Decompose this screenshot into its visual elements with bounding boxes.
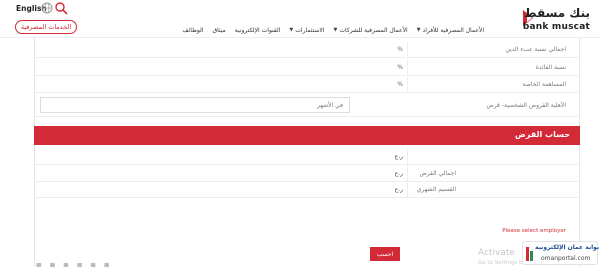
site-header: English الخدمات المصرفية ▼ الأعمال المصر… [0, 0, 600, 38]
currency-unit: ر.ع [394, 170, 403, 177]
employer-error-message: Please select employer [502, 228, 566, 234]
nav-retail-banking[interactable]: ▼ الأعمال المصرفية للأفراد [417, 27, 484, 34]
main-nav: ▼ الأعمال المصرفية للأفراد ▼ الأعمال الم… [182, 25, 484, 35]
footer-dots: ■ ■ ■ ■ ■ ■ [36, 262, 113, 267]
monthly-installment-value: ر.ع [34, 182, 408, 197]
eligibility-row: في الأشهر الأهلية القروض الشخصية- قرض [34, 95, 580, 117]
debt-ratio-row: % اجمالي نسبة عبء الدين [34, 42, 580, 58]
banking-services-button[interactable]: الخدمات المصرفية [15, 20, 77, 34]
result-row: ر.ع [34, 149, 580, 165]
omanportal-watermark: بوابة عمان الإلكترونية omanportal.com [522, 241, 600, 265]
percent-unit: % [397, 64, 403, 71]
chevron-down-icon: ▼ [289, 27, 294, 33]
nav-label: ميثاق [212, 26, 226, 34]
logo-arabic-text: بنك مسقط [524, 6, 590, 20]
currency-unit: ر.ع [394, 186, 403, 193]
interest-rate-label: نسبة الفائدة [535, 64, 566, 71]
contribution-label: المساهمة الخاصة [522, 81, 566, 88]
loan-calculation-header: حساب القرض [34, 126, 580, 145]
bank-muscat-logo[interactable]: بنك مسقط bank muscat [490, 6, 590, 34]
nav-investments[interactable]: ▼ الاستثمارات [289, 27, 324, 34]
nav-label: القنوات الإلكترونية [234, 26, 281, 34]
contribution-input[interactable]: % [34, 77, 408, 92]
calculate-button[interactable]: احسب [370, 247, 400, 261]
interest-rate-row: % نسبة الفائدة [34, 60, 580, 76]
loan-calculation-title: حساب القرض [515, 130, 570, 139]
header-icons [41, 2, 68, 15]
total-loan-row: ر.ع اجمالي القرض [34, 166, 580, 182]
months-unit: في الأشهر [317, 102, 343, 109]
search-icon[interactable] [55, 2, 68, 15]
nav-label: الأعمال المصرفية للأفراد [422, 26, 484, 34]
chevron-down-icon: ▼ [333, 27, 338, 33]
nav-corporate-banking[interactable]: ▼ الأعمال المصرفية للشركات [334, 27, 408, 34]
nav-electronic-channels[interactable]: القنوات الإلكترونية [235, 27, 281, 34]
result-value: ر.ع [34, 149, 408, 164]
total-loan-label: اجمالي القرض [419, 170, 456, 177]
percent-unit: % [397, 46, 403, 53]
interest-rate-input[interactable]: % [34, 60, 408, 75]
eligibility-months-input[interactable]: في الأشهر [40, 97, 350, 113]
logo-english-text: bank muscat [522, 22, 590, 32]
total-loan-value: ر.ع [34, 166, 408, 181]
debt-ratio-input[interactable]: % [34, 42, 408, 57]
nav-label: الأعمال المصرفية للشركات [339, 26, 408, 34]
currency-unit: ر.ع [394, 153, 403, 160]
chevron-down-icon: ▼ [416, 27, 421, 33]
activate-windows-subtitle: Go to Settings to [478, 260, 525, 266]
contribution-row: % المساهمة الخاصة [34, 77, 580, 93]
activate-windows-title: Activate [478, 248, 515, 258]
debt-ratio-label: اجمالي نسبة عبء الدين [505, 46, 566, 53]
watermark-url-text: omanportal.com [541, 255, 591, 262]
monthly-installment-label: القسيم الشهري [416, 186, 456, 193]
nav-careers[interactable]: الوظائف [182, 27, 203, 34]
monthly-installment-row: ر.ع القسيم الشهري [34, 182, 580, 198]
eligibility-label: الأهلية القروض الشخصية- قرض [486, 102, 566, 109]
nav-meethaq[interactable]: ميثاق [212, 27, 225, 34]
omanportal-logo-icon [526, 247, 533, 261]
language-globe-icon[interactable] [41, 2, 53, 14]
nav-label: الوظائف [182, 26, 204, 34]
watermark-arabic-text: بوابة عمان الإلكترونية [535, 244, 600, 251]
percent-unit: % [397, 81, 403, 88]
nav-label: الاستثمارات [295, 26, 325, 34]
